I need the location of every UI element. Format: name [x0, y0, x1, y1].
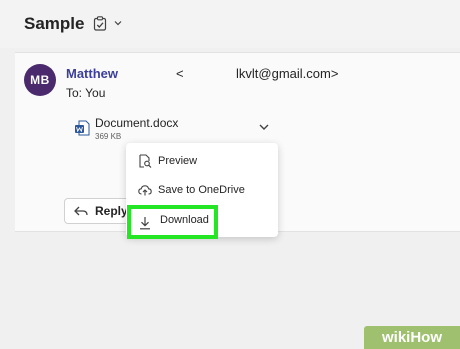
reply-label: Reply: [95, 204, 128, 218]
menu-item-save-to-onedrive[interactable]: Save to OneDrive: [126, 178, 278, 204]
recipient-line: To: You: [66, 86, 106, 100]
avatar[interactable]: MB: [24, 64, 56, 96]
reply-button[interactable]: Reply: [64, 198, 134, 224]
attachment-options-chevron-icon[interactable]: [258, 121, 270, 133]
wikihow-watermark: wikiHow: [364, 326, 460, 349]
download-icon: [140, 217, 150, 230]
email-subject: Sample: [24, 14, 85, 33]
clipboard-check-icon[interactable]: [93, 16, 107, 31]
sender-name[interactable]: Matthew: [66, 66, 118, 81]
chevron-down-icon[interactable]: [113, 18, 123, 28]
menu-item-label: Save to OneDrive: [158, 184, 245, 196]
sender-email-bracket: <: [176, 66, 184, 81]
attachment-name[interactable]: Document.docx: [95, 116, 178, 130]
reply-arrow-icon: [74, 206, 88, 216]
sender-email[interactable]: lkvlt@gmail.com>: [236, 66, 338, 81]
word-document-icon: [75, 120, 90, 136]
reading-pane-header: Sample: [0, 0, 460, 48]
menu-item-label: Preview: [158, 155, 198, 167]
menu-item-preview[interactable]: Preview: [126, 149, 278, 175]
attachment-size: 369 KB: [95, 132, 122, 141]
cloud-upload-icon: [138, 185, 152, 196]
menu-item-download[interactable]: Download: [127, 205, 218, 239]
menu-item-label: Download: [160, 214, 209, 226]
preview-icon: [139, 154, 152, 168]
